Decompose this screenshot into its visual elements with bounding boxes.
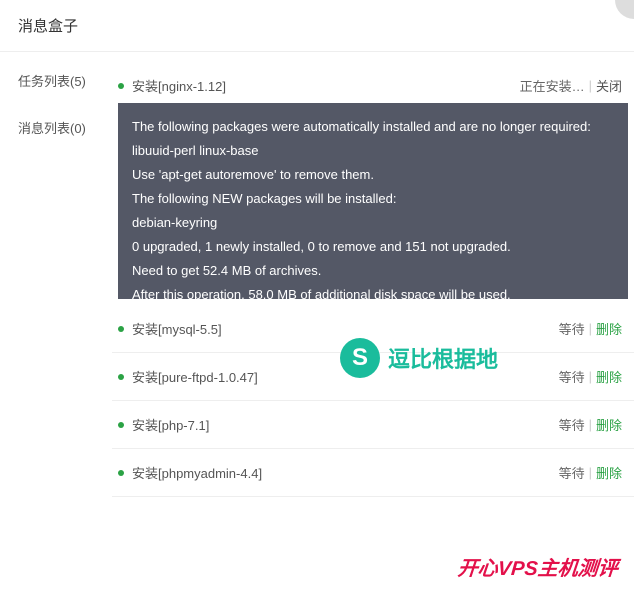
sidebar-item-tasks[interactable]: 任务列表(5) [0,57,112,104]
task-name: 安装[php-7.1] [132,415,209,434]
sidebar-item-label: 消息列表(0) [18,121,86,136]
bullet-icon [118,422,124,428]
task-row: 安装[mysql-5.5] 等待 | 删除 [112,305,634,353]
console-line: libuuid-perl linux-base [132,139,614,163]
task-right: 等待 | 删除 [559,367,622,386]
bullet-icon [118,326,124,332]
task-right: 等待 | 删除 [559,463,622,482]
console-line: After this operation, 58.0 MB of additio… [132,283,614,299]
delete-task-link[interactable]: 删除 [596,367,622,386]
task-status: 等待 [559,319,585,338]
console-line: Use 'apt-get autoremove' to remove them. [132,163,614,187]
bullet-icon [118,374,124,380]
task-name: 安装[nginx-1.12] [132,76,226,95]
console-line: 0 upgraded, 1 newly installed, 0 to remo… [132,235,614,259]
dialog-title: 消息盒子 [18,18,78,35]
task-row: 安装[phpmyadmin-4.4] 等待 | 删除 [112,449,634,497]
console-line: Need to get 52.4 MB of archives. [132,259,614,283]
scroll-handle-icon[interactable] [612,283,626,297]
task-right: 正在安装… | 关闭 [520,76,622,95]
delete-task-link[interactable]: 删除 [596,415,622,434]
divider: | [589,465,592,480]
delete-task-link[interactable]: 删除 [596,463,622,482]
console-line: The following packages were automaticall… [132,115,614,139]
task-status: 等待 [559,463,585,482]
task-row: 安装[php-7.1] 等待 | 删除 [112,401,634,449]
close-dialog-button[interactable] [615,0,634,19]
task-left: 安装[phpmyadmin-4.4] [118,463,262,482]
divider: | [589,417,592,432]
task-name: 安装[pure-ftpd-1.0.47] [132,367,258,386]
dialog-header: 消息盒子 [0,0,634,52]
task-left: 安装[nginx-1.12] [118,76,226,95]
task-right: 等待 | 删除 [559,415,622,434]
sidebar-item-messages[interactable]: 消息列表(0) [0,104,112,151]
dialog-body: 任务列表(5) 消息列表(0) 安装[nginx-1.12] 正在安装… | 关… [0,52,634,595]
console-line: debian-keyring [132,211,614,235]
sidebar: 任务列表(5) 消息列表(0) [0,52,112,595]
bullet-icon [118,83,124,89]
divider: | [589,321,592,336]
console-line: The following NEW packages will be insta… [132,187,614,211]
delete-task-link[interactable]: 删除 [596,319,622,338]
task-name: 安装[phpmyadmin-4.4] [132,463,262,482]
task-right: 等待 | 删除 [559,319,622,338]
task-row: 安装[nginx-1.12] 正在安装… | 关闭 [112,62,634,103]
console-output: The following packages were automaticall… [118,103,628,299]
sidebar-item-label: 任务列表(5) [18,74,86,89]
bullet-icon [118,470,124,476]
task-name: 安装[mysql-5.5] [132,319,222,338]
task-row: 安装[pure-ftpd-1.0.47] 等待 | 删除 [112,353,634,401]
task-status: 等待 [559,367,585,386]
task-left: 安装[pure-ftpd-1.0.47] [118,367,258,386]
task-left: 安装[php-7.1] [118,415,209,434]
task-status: 正在安装… [520,76,585,95]
divider: | [589,78,592,93]
task-status: 等待 [559,415,585,434]
divider: | [589,369,592,384]
close-task-link[interactable]: 关闭 [596,76,622,95]
task-left: 安装[mysql-5.5] [118,319,222,338]
main-content: 安装[nginx-1.12] 正在安装… | 关闭 The following … [112,52,634,595]
